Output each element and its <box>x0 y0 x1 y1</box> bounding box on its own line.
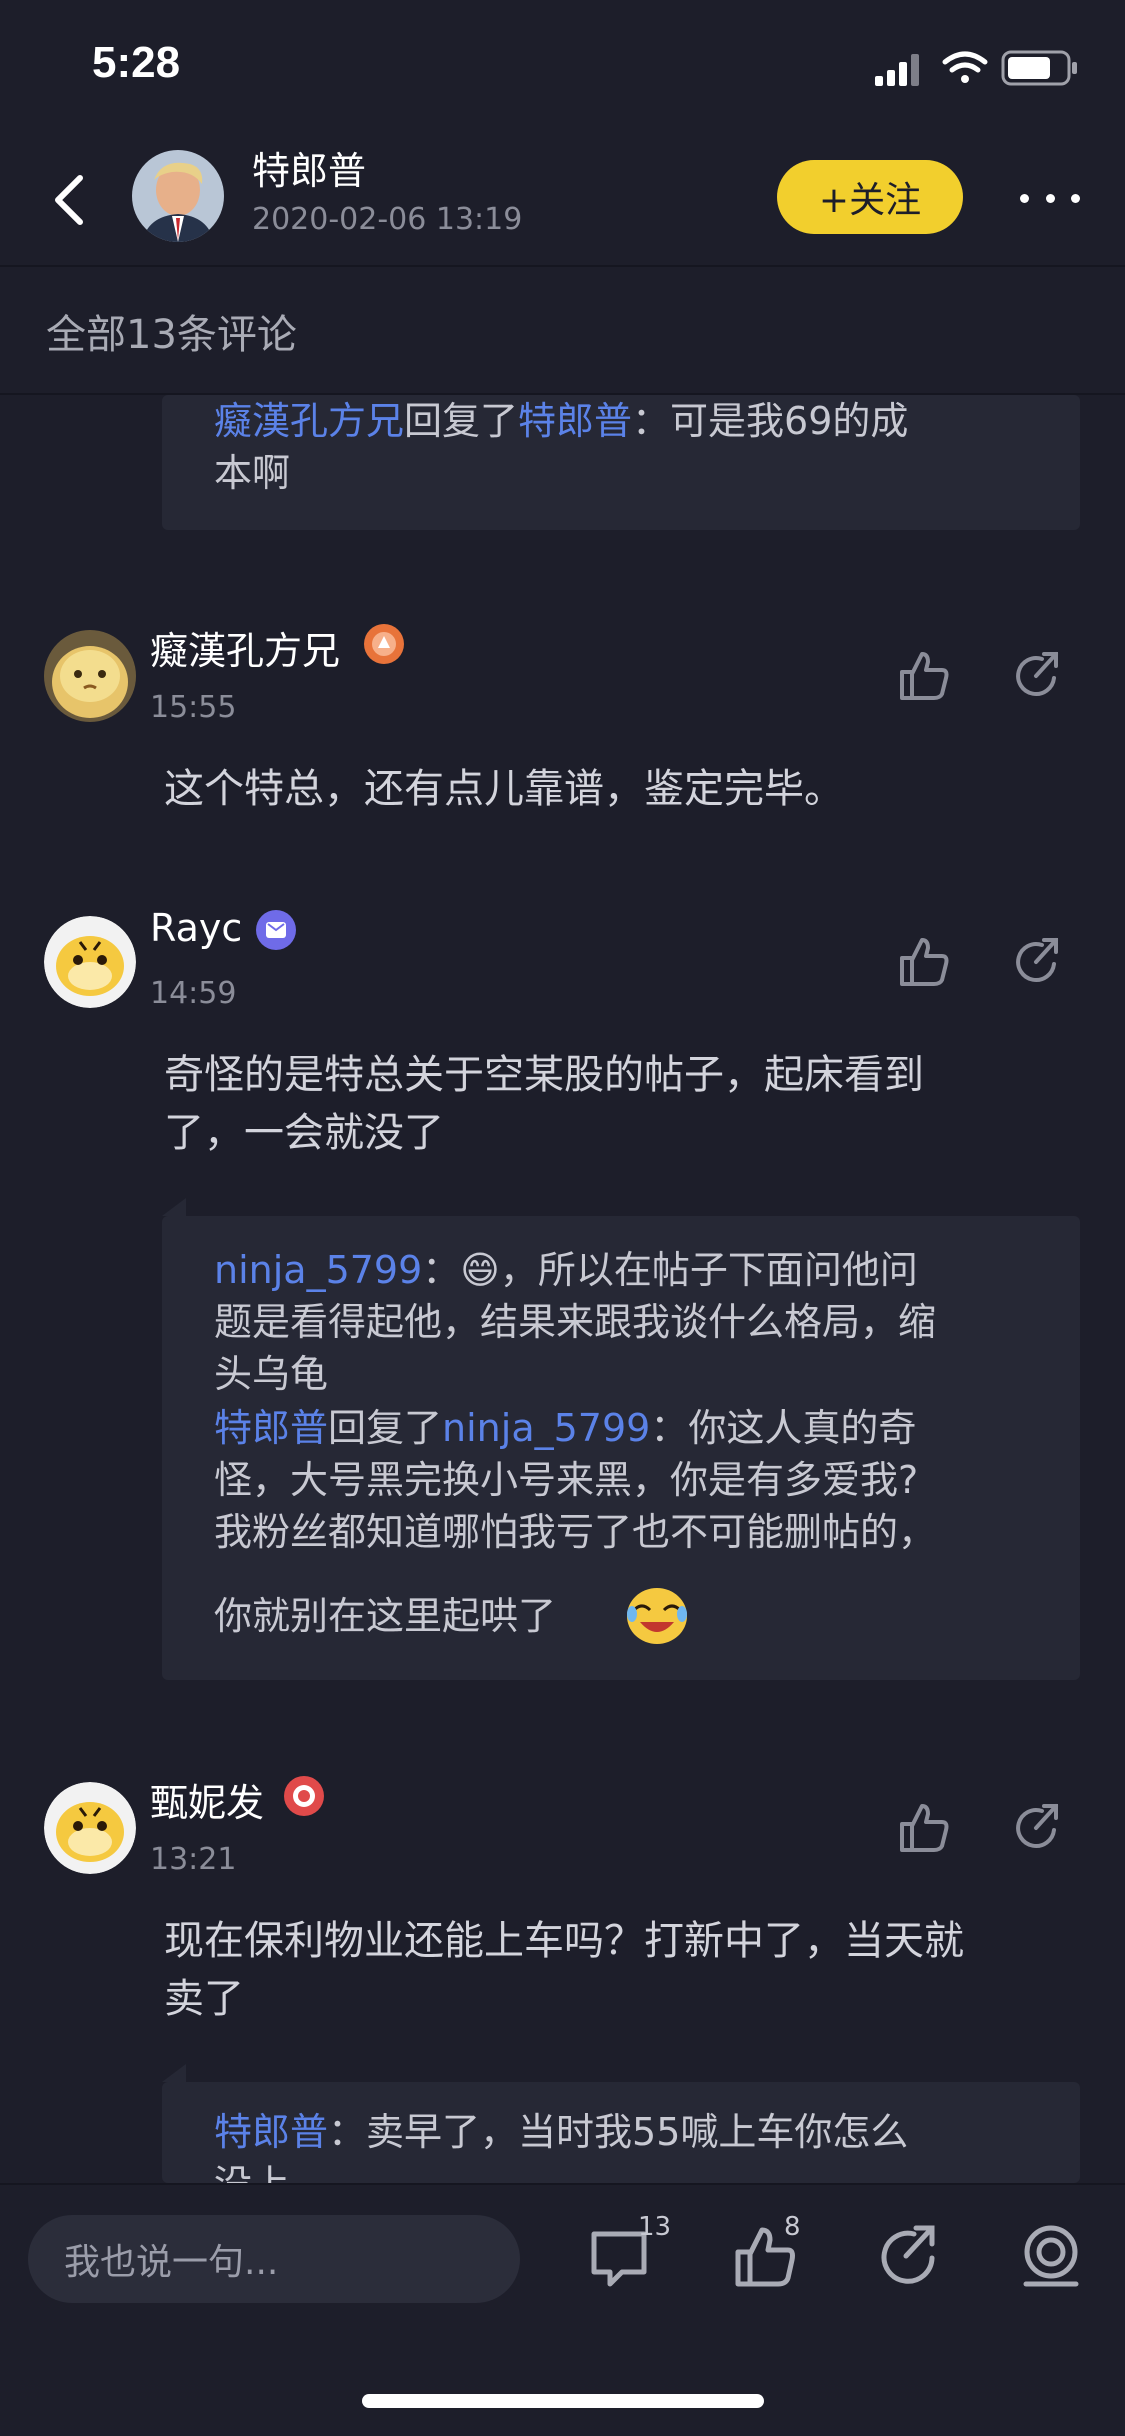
avatar[interactable] <box>44 630 136 722</box>
reply-text-line: 没上 <box>214 2158 1054 2183</box>
reply-box: 癡漢孔方兄回复了特郎普：可是我69的成 本啊 <box>162 395 1080 530</box>
follow-button[interactable]: +关注 <box>777 160 963 234</box>
reply-user[interactable]: 癡漢孔方兄 <box>214 399 404 443</box>
post-time: 2020-02-06 13:19 <box>252 202 523 237</box>
comment-text: 奇怪的是特总关于空某股的帖子，起床看到 了，一会就没了 <box>164 1046 1084 1162</box>
comment-text-line: 奇怪的是特总关于空某股的帖子，起床看到 <box>164 1052 924 1098</box>
reply-target[interactable]: 特郎普 <box>518 399 632 443</box>
share-icon[interactable] <box>1010 1800 1066 1856</box>
reply-action: 回复了 <box>404 399 519 443</box>
thumbs-up-icon[interactable] <box>896 648 952 704</box>
comment-text-line: 了，一会就没了 <box>164 1110 444 1156</box>
share-icon[interactable] <box>1010 648 1066 704</box>
status-icons <box>873 48 1083 88</box>
comment-count: 13 <box>638 2212 672 2242</box>
chevron-left-icon <box>55 175 83 225</box>
level-badge-icon <box>364 624 404 664</box>
reply-text: ：可是我69的成 <box>632 399 909 443</box>
home-indicator <box>362 2394 764 2408</box>
back-button[interactable] <box>50 172 90 228</box>
comment-input[interactable]: 我也说一句... <box>28 2215 520 2303</box>
header-divider <box>0 265 1125 267</box>
comment-text: 这个特总，还有点儿靠谱，鉴定完毕。 <box>164 766 844 812</box>
reply-item: ninja_5799：😄，所以在帖子下面问他问 题是看得起他，结果来跟我谈什么格… <box>214 1244 1054 1400</box>
comment-user-name[interactable]: Rayc <box>150 906 242 950</box>
comment-user-name[interactable]: 甄妮发 <box>150 1772 264 1827</box>
reply-item: 特郎普回复了ninja_5799：你这人真的奇 怪，大号黑完换小号来黑，你是有多… <box>214 1402 1054 1558</box>
bottom-divider <box>0 2183 1125 2185</box>
reply-caret <box>162 2064 186 2082</box>
avatar[interactable] <box>44 1782 136 1874</box>
reply-action: 回复了 <box>328 1406 443 1450</box>
wifi-icon <box>942 51 988 83</box>
avatar[interactable] <box>44 916 136 1008</box>
reply-user[interactable]: 特郎普 <box>214 1406 328 1450</box>
reply-text-line: 我粉丝都知道哪怕我亏了也不可能删帖的， <box>214 1510 937 1554</box>
signal-icon <box>875 54 919 86</box>
reply-user[interactable]: 特郎普 <box>214 2110 328 2154</box>
reply-text-line: 怪，大号黑完换小号来黑，你是有多爱我? <box>214 1458 919 1502</box>
reply-text: ：你这人真的奇 <box>650 1406 917 1450</box>
comment-text-line: 卖了 <box>164 1976 244 2022</box>
level-badge-icon <box>256 910 296 950</box>
laughing-tiger-emoji-icon <box>620 1576 694 1650</box>
more-icon[interactable] <box>1020 180 1080 216</box>
reply-caret <box>162 1198 186 1216</box>
status-time: 5:28 <box>92 38 181 87</box>
like-count: 8 <box>784 2212 801 2242</box>
author-name[interactable]: 特郎普 <box>252 140 366 195</box>
camera-icon[interactable] <box>1016 2222 1086 2292</box>
share-icon[interactable] <box>874 2222 944 2292</box>
thumbs-up-icon[interactable] <box>896 1800 952 1856</box>
comment-time: 15:55 <box>150 690 237 725</box>
reply-user[interactable]: ninja_5799 <box>214 1248 422 1292</box>
reply-text: ：😄，所以在帖子下面问他问 <box>422 1248 918 1292</box>
author-avatar[interactable] <box>132 150 224 242</box>
reply-item: 癡漢孔方兄回复了特郎普：可是我69的成 本啊 <box>214 395 1034 499</box>
level-badge-icon <box>284 1776 324 1816</box>
comment-user-name[interactable]: 癡漢孔方兄 <box>150 620 340 675</box>
comments-count-label: 全部13条评论 <box>46 312 297 358</box>
reply-text-line: 题是看得起他，结果来跟我谈什么格局，缩 <box>214 1300 937 1344</box>
comment-time: 14:59 <box>150 976 237 1011</box>
battery-icon <box>1001 50 1077 86</box>
reply-text-continued: 本啊 <box>214 451 291 495</box>
share-icon[interactable] <box>1010 934 1066 990</box>
comment-text-line: 现在保利物业还能上车吗？打新中了，当天就 <box>164 1918 964 1964</box>
reply-text-line: 头乌龟 <box>214 1352 329 1396</box>
thumbs-up-icon[interactable] <box>896 934 952 990</box>
reply-item: 特郎普：卖早了，当时我55喊上车你怎么 没上 <box>214 2106 1054 2183</box>
reply-box: 特郎普：卖早了，当时我55喊上车你怎么 没上 <box>162 2082 1080 2183</box>
comment-time: 13:21 <box>150 1842 237 1877</box>
comment-text: 现在保利物业还能上车吗？打新中了，当天就 卖了 <box>164 1912 1084 2028</box>
reply-text: ：卖早了，当时我55喊上车你怎么 <box>328 2110 909 2154</box>
reply-target[interactable]: ninja_5799 <box>442 1406 650 1450</box>
